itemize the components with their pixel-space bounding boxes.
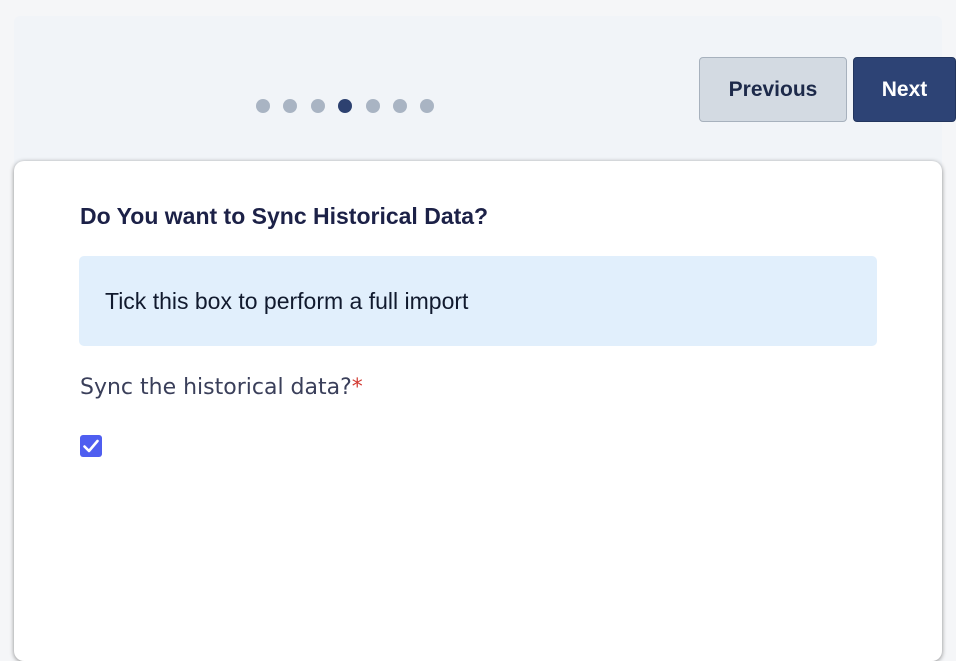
form-title: Do You want to Sync Historical Data? bbox=[80, 203, 489, 229]
checkmark-icon bbox=[83, 439, 99, 453]
previous-button[interactable]: Previous bbox=[699, 57, 847, 122]
sync-field-label-text: Sync the historical data? bbox=[80, 375, 352, 400]
sync-field-label: Sync the historical data?* bbox=[80, 375, 363, 400]
form-card: Do You want to Sync Historical Data? Tic… bbox=[14, 161, 942, 661]
step-dot bbox=[392, 99, 407, 113]
wizard-navigation-bar: Previous Next bbox=[14, 16, 956, 176]
required-marker: * bbox=[351, 375, 363, 400]
step-dot bbox=[365, 99, 380, 113]
step-dot bbox=[283, 99, 298, 113]
info-box: Tick this box to perform a full import bbox=[79, 256, 877, 346]
info-text: Tick this box to perform a full import bbox=[105, 288, 469, 314]
step-dot-current bbox=[338, 99, 353, 113]
sync-historical-checkbox[interactable] bbox=[80, 435, 102, 457]
step-dot bbox=[420, 99, 435, 113]
step-indicator bbox=[256, 99, 435, 113]
step-dot bbox=[310, 99, 325, 113]
step-dot bbox=[256, 99, 270, 113]
next-button[interactable]: Next bbox=[853, 57, 956, 122]
